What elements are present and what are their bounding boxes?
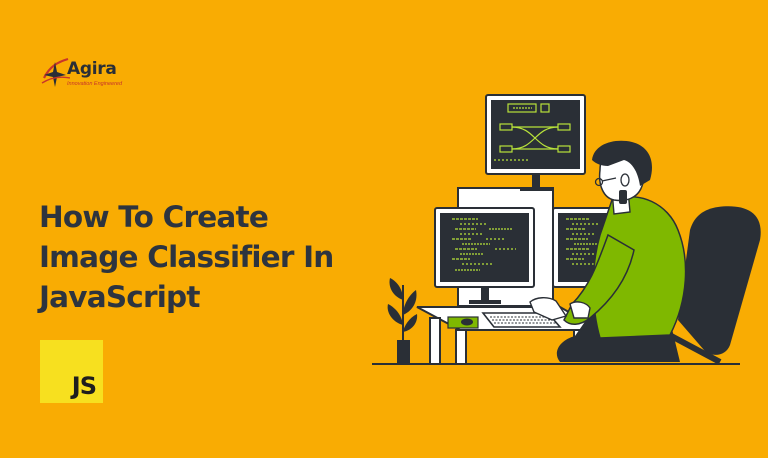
programmer-illustration xyxy=(372,94,761,365)
top-monitor xyxy=(485,94,586,191)
mouse-icon xyxy=(461,318,473,326)
plant-icon xyxy=(387,278,418,364)
